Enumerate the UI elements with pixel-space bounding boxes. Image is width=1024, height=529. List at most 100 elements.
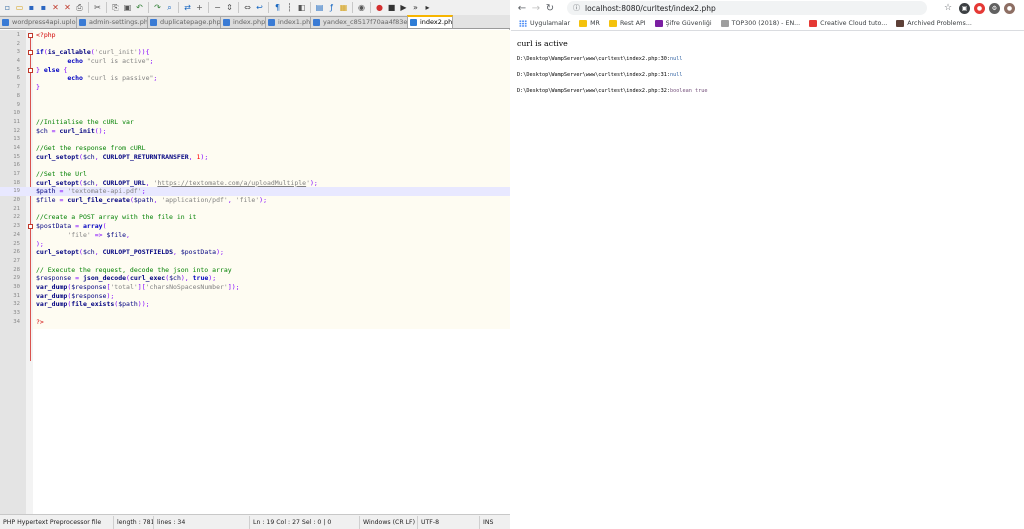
address-bar[interactable]: ⓘ localhost:8080/curltest/index2.php — [567, 1, 927, 15]
code-line[interactable]: 1 <?php — [0, 31, 510, 40]
doc-map-icon[interactable]: ▤ — [314, 2, 325, 13]
code-line[interactable]: 11 //Initialise the cURL var — [0, 118, 510, 127]
editor-tab[interactable]: wordpress4api.uploader× — [0, 16, 77, 28]
all-chars-icon[interactable]: ¶ — [272, 2, 283, 13]
code-url[interactable]: https://textomate.com/a/uploadMultiple — [157, 179, 306, 187]
udl-icon[interactable]: ◧ — [296, 2, 307, 13]
code-line[interactable]: 14 //Get the response from cURL — [0, 144, 510, 153]
code-line[interactable]: 7} — [0, 83, 510, 92]
word-wrap-icon[interactable]: ↩ — [254, 2, 265, 13]
record-icon[interactable]: ● — [374, 2, 385, 13]
code-line[interactable]: 28 // Execute the request, decode the jso… — [0, 266, 510, 275]
code-line[interactable]: 29 $response = json_decode(curl_exec($ch)… — [0, 274, 510, 283]
bookmark-item[interactable]: Şifre Güvenliği — [654, 19, 712, 27]
fold-toggle-icon[interactable] — [28, 33, 33, 38]
bookmark-item[interactable]: Rest API — [608, 19, 646, 27]
save-macro-icon[interactable]: ▸ — [422, 2, 433, 13]
code-line[interactable]: 31 var_dump($response); — [0, 292, 510, 301]
code-line[interactable]: 34 ?> — [0, 318, 510, 327]
forward-arrow-icon[interactable]: → — [529, 1, 543, 15]
sync-v-icon[interactable]: ⇕ — [224, 2, 235, 13]
code-line[interactable]: 10 — [0, 109, 510, 118]
stop-icon[interactable]: ■ — [386, 2, 397, 13]
code-line[interactable]: 8 — [0, 92, 510, 101]
site-info-icon[interactable]: ⓘ — [573, 3, 580, 13]
fold-toggle-icon[interactable] — [28, 224, 33, 230]
code-line[interactable]: 27 — [0, 257, 510, 266]
code-line[interactable]: 30 var_dump($response['total']['charsNoSp… — [0, 283, 510, 292]
cut-icon[interactable]: ✂ — [92, 2, 103, 13]
code-line[interactable]: 12 $ch = curl_init(); — [0, 127, 510, 136]
open-file-icon[interactable]: ▭ — [14, 2, 25, 13]
code-line[interactable]: 23 $postData = array( — [0, 222, 510, 231]
fold-toggle-icon[interactable] — [28, 50, 33, 56]
avatar[interactable]: ● — [1004, 2, 1015, 14]
code-line[interactable]: 6 echo "curl is passive"; — [0, 74, 510, 83]
indent-guide-icon[interactable]: ┆ — [284, 2, 295, 13]
save-all-icon[interactable]: ▪ — [38, 2, 49, 13]
save-icon[interactable]: ▪ — [26, 2, 37, 13]
print-icon[interactable]: ⎙ — [74, 2, 85, 13]
puzzle-extension-icon[interactable]: ⚙ — [989, 2, 1000, 14]
current-code-line[interactable]: 19 $path = 'textomate-api.pdf'; — [0, 187, 510, 197]
redo-icon[interactable]: ↷ — [152, 2, 163, 13]
code-line[interactable]: 5} else { — [0, 66, 510, 75]
code-line[interactable]: 33 — [0, 309, 510, 318]
reload-icon[interactable]: ↻ — [543, 1, 557, 15]
function-list-icon[interactable]: ƒ — [326, 2, 337, 13]
new-file-icon[interactable]: ▫ — [2, 2, 13, 13]
play-multi-icon[interactable]: » — [410, 2, 421, 13]
code-editor[interactable]: 1 <?php 2 3 if(is_callable('curl_init')){4 e… — [0, 30, 510, 514]
editor-tab[interactable]: admin-settings.php× — [76, 16, 148, 28]
editor-tab[interactable]: duplicatepage.php× — [147, 16, 221, 28]
code-line[interactable]: 13 — [0, 135, 510, 144]
play-icon[interactable]: ▶ — [398, 2, 409, 13]
close-all-icon[interactable]: ✕ — [62, 2, 73, 13]
copy-icon[interactable]: ⎘ — [110, 2, 121, 13]
code-line[interactable]: 17 //Set the Url — [0, 170, 510, 179]
red-extension-icon[interactable]: ● — [974, 2, 985, 14]
status-encoding[interactable]: UTF-8 — [418, 515, 480, 529]
code-line[interactable]: 32 var_dump(file_exists($path)); — [0, 300, 510, 309]
address-url[interactable]: localhost:8080/curltest/index2.php — [585, 4, 716, 13]
bookmark-star-icon[interactable]: ☆ — [941, 1, 955, 15]
replace-icon[interactable]: ⇄ — [182, 2, 193, 13]
fold-toggle-icon[interactable] — [28, 67, 33, 73]
bookmark-item[interactable]: TOP300 (2018) - EN... — [720, 19, 800, 27]
status-eol[interactable]: Windows (CR LF) — [360, 515, 418, 529]
extension-icon[interactable]: ▣ — [959, 2, 970, 14]
bookmark-item[interactable]: Creative Cloud tuto... — [809, 19, 887, 27]
editor-tab[interactable]: index1.php× — [265, 16, 311, 28]
editor-tab[interactable]: yandex_c8517f70aa4f83e9b.html× — [310, 16, 408, 28]
zoom-in-icon[interactable]: + — [194, 2, 205, 13]
paste-icon[interactable]: ▣ — [122, 2, 133, 13]
zoom-out-icon[interactable]: − — [212, 2, 223, 13]
code-line[interactable]: 4 echo "curl is active"; — [0, 57, 510, 66]
code-line[interactable]: 15 curl_setopt($ch, CURLOPT_RETURNTRANSFE… — [0, 153, 510, 162]
undo-icon[interactable]: ↶ — [134, 2, 145, 13]
menu-kebab-icon[interactable]: ⋮ — [1019, 1, 1024, 15]
code-line[interactable]: 22 //Create a POST array with the file in… — [0, 213, 510, 222]
code-line[interactable]: 16 — [0, 161, 510, 170]
code-line[interactable]: 26 curl_setopt($ch, CURLOPT_POSTFIELDS, $… — [0, 248, 510, 257]
back-arrow-icon[interactable]: ← — [515, 1, 529, 15]
code-line[interactable]: 9 — [0, 101, 510, 110]
code-line[interactable]: 21 — [0, 205, 510, 214]
editor-tab[interactable]: index2.php× — [407, 15, 453, 28]
code-lines[interactable]: 1 <?php 2 3 if(is_callable('curl_init')){4 e… — [0, 31, 510, 326]
code-line[interactable]: 25); — [0, 240, 510, 249]
bookmark-item[interactable]: MR — [579, 19, 600, 27]
find-icon[interactable]: ⌕ — [164, 2, 175, 13]
close-icon[interactable]: ✕ — [50, 2, 61, 13]
code-line[interactable]: 20 $file = curl_file_create($path, 'appli… — [0, 196, 510, 205]
bookmark-item[interactable]: Uygulamalar — [519, 19, 570, 27]
folder-workspace-icon[interactable]: ▦ — [338, 2, 349, 13]
sync-h-icon[interactable]: ⇔ — [242, 2, 253, 13]
status-mode[interactable]: INS — [480, 516, 508, 529]
editor-tab[interactable]: index.php× — [220, 16, 266, 28]
monitor-icon[interactable]: ◉ — [356, 2, 367, 13]
code-line[interactable]: 3 if(is_callable('curl_init')){ — [0, 48, 510, 57]
code-line[interactable]: 18 curl_setopt($ch, CURLOPT_URL, 'https:/… — [0, 179, 510, 188]
code-line[interactable]: 24 'file' => $file, — [0, 231, 510, 240]
bookmark-item[interactable]: Archived Problems... — [896, 19, 972, 27]
